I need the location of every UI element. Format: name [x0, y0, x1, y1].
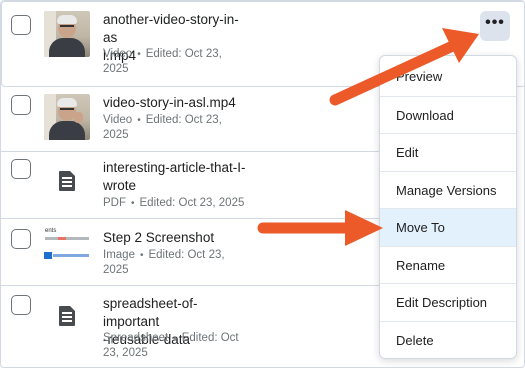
- row-3-checkbox[interactable]: [11, 159, 31, 179]
- video-thumbnail[interactable]: [44, 11, 90, 57]
- context-menu: Preview Download Edit Manage Versions Mo…: [379, 55, 517, 359]
- document-icon[interactable]: [44, 293, 90, 339]
- file-meta: PDF • Edited: Oct 23, 2025: [103, 197, 245, 209]
- row-4-checkbox[interactable]: [11, 229, 31, 249]
- document-icon[interactable]: [44, 158, 90, 204]
- menu-item-rename[interactable]: Rename: [380, 245, 516, 284]
- image-thumbnail[interactable]: ents: [44, 225, 90, 271]
- file-meta: Spreadsheet • Edited: Oct 23, 2025: [103, 332, 239, 359]
- file-name[interactable]: interesting-article-that-I-wrote: [103, 159, 253, 195]
- file-name[interactable]: Step 2 Screenshot: [103, 229, 273, 247]
- row-divider: [1, 151, 381, 152]
- file-list-panel: another-video-story-in-as l.mp4 Video • Edi…: [0, 0, 525, 368]
- menu-item-edit-description[interactable]: Edit Description: [380, 283, 516, 321]
- file-meta: Image • Edited: Oct 23, 2025: [103, 249, 225, 276]
- arrow-to-move-to: [257, 210, 383, 246]
- menu-item-download[interactable]: Download: [380, 95, 516, 134]
- menu-item-manage-versions[interactable]: Manage Versions: [380, 170, 516, 209]
- menu-item-edit[interactable]: Edit: [380, 133, 516, 171]
- more-actions-button[interactable]: •••: [480, 11, 510, 41]
- menu-item-delete[interactable]: Delete: [380, 320, 516, 359]
- file-name[interactable]: video-story-in-asl.mp4: [103, 94, 273, 112]
- video-thumbnail[interactable]: [44, 94, 90, 140]
- row-1-checkbox[interactable]: [11, 15, 31, 35]
- row-2-checkbox[interactable]: [11, 95, 31, 115]
- file-meta: Video • Edited: Oct 23, 2025: [103, 114, 222, 141]
- file-meta: Video • Edited: Oct 23, 2025: [103, 48, 222, 75]
- row-divider: [1, 285, 381, 286]
- menu-item-move-to[interactable]: Move To: [380, 208, 516, 246]
- row-divider: [1, 218, 381, 219]
- menu-item-preview[interactable]: Preview: [380, 58, 516, 96]
- row-5-checkbox[interactable]: [11, 295, 31, 315]
